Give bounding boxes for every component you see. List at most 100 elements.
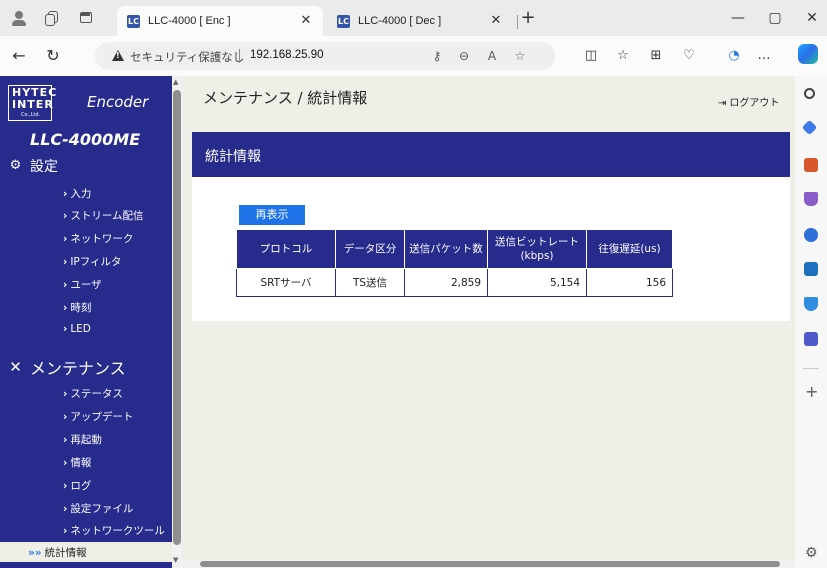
model-name: LLC-4000ME — [30, 130, 141, 149]
logout-icon: ⇥ — [718, 98, 727, 109]
address-separator — [239, 49, 240, 63]
microsoft-365-icon[interactable] — [804, 228, 818, 242]
maintenance-heading: メンテナンス — [30, 359, 126, 378]
tab-separator — [517, 15, 518, 29]
current-marker-icon: »» — [28, 547, 42, 559]
gear-icon: ⚙ — [9, 158, 22, 173]
reload-button[interactable]: ↻ — [44, 47, 62, 65]
column-header: 往復遅延(us) — [586, 229, 673, 269]
scrollbar-thumb[interactable] — [173, 90, 181, 545]
favorite-star-icon[interactable]: ☆ — [512, 48, 528, 64]
edge-drop-icon[interactable]: ◔ — [725, 47, 743, 65]
shopping-tag-icon[interactable] — [801, 119, 818, 136]
outlook-icon[interactable] — [804, 262, 818, 276]
tab-close-icon[interactable]: ✕ — [299, 14, 313, 28]
address-bar[interactable]: セキュリティ保護なし 192.168.25.90 ⚷ ⊖ A ☆ — [95, 42, 555, 70]
password-key-icon[interactable]: ⚷ — [429, 48, 445, 64]
close-window-button[interactable]: ✕ — [797, 8, 827, 28]
table-cell: SRTサーバ — [236, 268, 336, 297]
scroll-down-icon[interactable]: ▼ — [173, 556, 178, 564]
sidebar-item-statistics[interactable]: »» 統計情報 — [0, 542, 172, 562]
sidebar-item-reboot[interactable]: 再起動 — [63, 432, 102, 447]
tools-briefcase-icon[interactable] — [804, 158, 818, 172]
maximize-button[interactable]: ▢ — [760, 8, 790, 28]
sidebar-scrollbar[interactable]: ▲ ▼ — [172, 76, 182, 568]
table-cell: 2,859 — [404, 268, 488, 297]
sidebar-item-input[interactable]: 入力 — [63, 186, 91, 201]
favorites-icon[interactable]: ☆ — [614, 47, 632, 65]
panel-header: 統計情報 — [192, 132, 790, 177]
column-header: データ区分 — [335, 229, 405, 269]
more-menu-icon[interactable]: … — [755, 47, 773, 65]
minimize-button[interactable]: — — [723, 8, 753, 28]
split-screen-icon[interactable]: ◫ — [582, 47, 600, 65]
table-cell: 5,154 — [487, 268, 587, 297]
sidebar: HYTEC INTER Co.,Ltd. Encoder LLC-4000ME … — [0, 76, 172, 568]
page-viewport: HYTEC INTER Co.,Ltd. Encoder LLC-4000ME … — [0, 76, 795, 568]
sidebar-item-network-tools[interactable]: ネットワークツール — [63, 523, 165, 538]
logout-link[interactable]: ⇥ ログアウト — [718, 94, 779, 109]
sidebar-item-streaming[interactable]: ストリーム配信 — [63, 208, 143, 223]
copilot-icon[interactable] — [798, 44, 818, 64]
company-logo: HYTEC INTER Co.,Ltd. — [8, 85, 56, 121]
table-header-row: プロトコル データ区分 送信パケット数 送信ビットレート (kbps) 往復遅延(… — [236, 229, 673, 269]
back-button[interactable]: ← — [10, 47, 28, 65]
drop-icon[interactable] — [804, 297, 818, 311]
tools-icon: ✕ — [9, 358, 22, 376]
column-header: 送信パケット数 — [404, 229, 488, 269]
sidebar-divider — [803, 368, 819, 369]
column-header: 送信ビットレート (kbps) — [487, 229, 587, 269]
sidebar-item-user[interactable]: ユーザ — [63, 277, 101, 292]
browser-tab-bar: LC LLC-4000 [ Enc ] ✕ LC LLC-4000 [ Dec … — [0, 0, 827, 36]
sidebar-item-config-file[interactable]: 設定ファイル — [63, 501, 133, 516]
panel-body: 再表示 プロトコル データ区分 送信パケット数 送信ビットレート (kbps) 往… — [192, 177, 790, 321]
sidebar-item-led[interactable]: LED — [63, 323, 91, 335]
tab-title: LLC-4000 [ Dec ] — [358, 15, 442, 27]
workspaces-icon[interactable] — [43, 9, 61, 27]
scrollbar-thumb[interactable] — [200, 561, 780, 567]
sidebar-item-info[interactable]: 情報 — [63, 455, 91, 470]
tab-close-icon[interactable]: ✕ — [489, 14, 503, 28]
profile-icon[interactable] — [10, 9, 28, 27]
tab-decoder[interactable]: LC LLC-4000 [ Dec ] ✕ — [327, 6, 527, 36]
table-row: SRTサーバ TS送信 2,859 5,154 156 — [236, 268, 673, 297]
games-icon[interactable] — [804, 192, 818, 206]
panel-title: 統計情報 — [205, 149, 261, 165]
edge-sidebar: + ⚙ — [795, 76, 827, 568]
warning-icon[interactable] — [112, 50, 124, 61]
encoder-label: Encoder — [87, 93, 149, 111]
statistics-table: プロトコル データ区分 送信パケット数 送信ビットレート (kbps) 往復遅延(… — [236, 229, 673, 297]
breadcrumb: メンテナンス / 統計情報 — [203, 89, 368, 107]
site-favicon-icon: LC — [127, 14, 140, 28]
browser-essentials-icon[interactable]: ♡ — [680, 47, 698, 65]
security-status[interactable]: セキュリティ保護なし — [130, 49, 244, 65]
collections-icon[interactable]: ⊞ — [647, 47, 665, 65]
new-tab-button[interactable]: + — [520, 9, 536, 27]
scroll-up-icon[interactable]: ▲ — [173, 78, 178, 86]
table-cell: TS送信 — [335, 268, 405, 297]
refresh-button[interactable]: 再表示 — [239, 205, 305, 225]
tab-title: LLC-4000 [ Enc ] — [148, 15, 231, 27]
read-aloud-icon[interactable]: A — [484, 48, 500, 64]
sidebar-item-time[interactable]: 時刻 — [63, 300, 91, 315]
teams-icon[interactable] — [804, 332, 818, 346]
tab-encoder[interactable]: LC LLC-4000 [ Enc ] ✕ — [117, 6, 323, 36]
sidebar-item-status[interactable]: ステータス — [63, 386, 123, 401]
sidebar-item-update[interactable]: アップデート — [63, 409, 133, 424]
sidebar-item-network[interactable]: ネットワーク — [63, 231, 133, 246]
add-sidebar-app-icon[interactable]: + — [805, 384, 818, 400]
search-icon[interactable] — [804, 88, 815, 99]
url-text[interactable]: 192.168.25.90 — [250, 49, 324, 61]
tab-actions-icon[interactable] — [77, 9, 95, 27]
browser-toolbar: ← ↻ セキュリティ保護なし 192.168.25.90 ⚷ ⊖ A ☆ ◫ ☆… — [0, 36, 827, 76]
site-favicon-icon: LC — [337, 14, 350, 28]
horizontal-scrollbar[interactable] — [182, 560, 795, 568]
zoom-icon[interactable]: ⊖ — [456, 48, 472, 64]
sidebar-item-label: 統計情報 — [44, 547, 87, 559]
sidebar-item-ip-filter[interactable]: IPフィルタ — [63, 254, 121, 269]
sidebar-item-log[interactable]: ログ — [63, 478, 91, 493]
sidebar-settings-icon[interactable]: ⚙ — [805, 546, 818, 560]
settings-heading: 設定 — [30, 159, 58, 175]
column-header: プロトコル — [236, 229, 336, 269]
table-cell: 156 — [586, 268, 673, 297]
